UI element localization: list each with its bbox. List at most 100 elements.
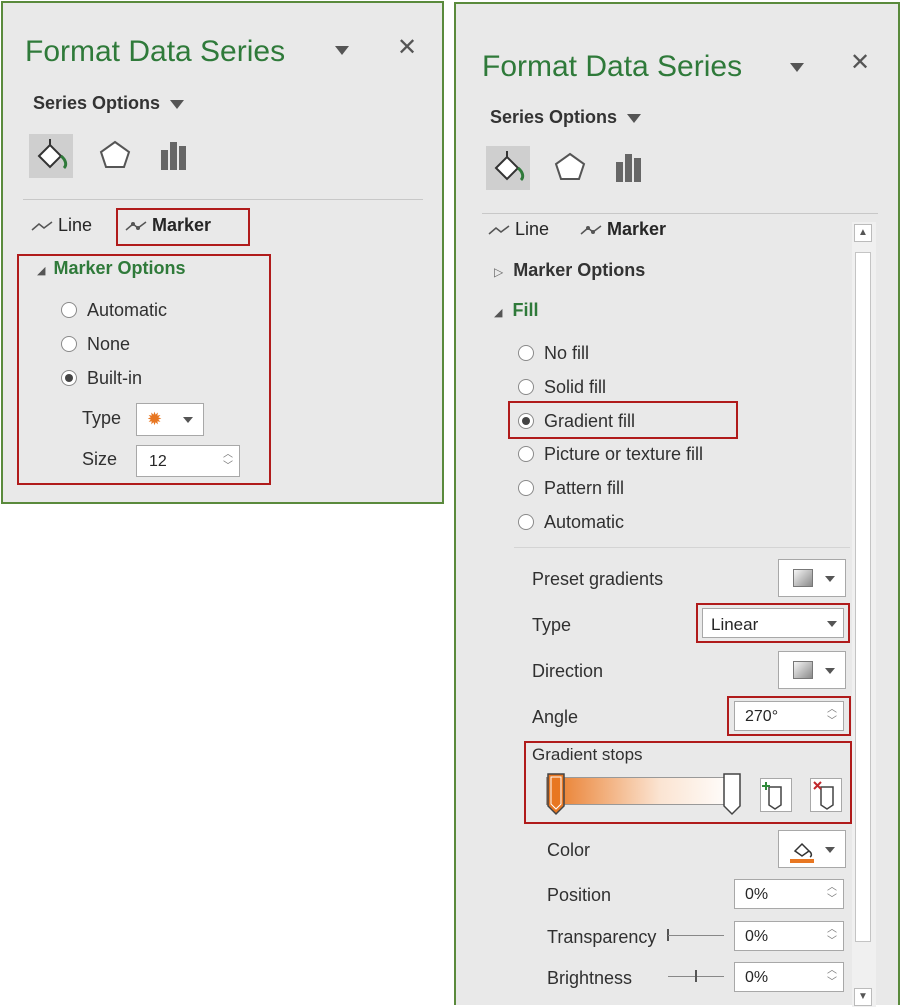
position-spinner[interactable]: 0% ︿ ﹀ (734, 879, 844, 909)
radio-solid-fill[interactable] (518, 379, 534, 395)
transparency-label: Transparency (547, 927, 657, 947)
sun-marker-icon: ✹ (147, 409, 163, 429)
radio-picture-texture-fill-label: Picture or texture fill (544, 444, 704, 464)
close-icon[interactable]: ✕ (850, 48, 870, 77)
fill-line-tab[interactable] (29, 134, 73, 178)
gradient-stop-1[interactable] (546, 772, 566, 816)
brightness-value: 0% (745, 969, 769, 986)
section-marker-options[interactable]: ◢ Marker Options (37, 258, 186, 279)
gradient-swatch-icon (793, 569, 813, 587)
spin-down-icon[interactable]: ﹀ (827, 895, 837, 905)
line-icon (31, 221, 53, 231)
highlight-gradient-fill (508, 401, 738, 439)
chevron-down-icon (825, 847, 835, 853)
remove-gradient-stop-button[interactable] (810, 778, 842, 812)
spin-down-icon[interactable]: ﹀ (223, 462, 233, 472)
paint-bucket-icon (494, 151, 525, 182)
subtab-marker[interactable]: Marker (580, 219, 666, 240)
preset-gradients-label: Preset gradients (532, 569, 664, 589)
type-label: Type (82, 408, 122, 428)
brightness-spinner[interactable]: 0% ︿ ﹀ (734, 962, 844, 992)
series-options-tab[interactable] (153, 134, 197, 178)
direction-dropdown[interactable] (778, 651, 846, 689)
tab-divider (23, 199, 423, 200)
spin-up-icon[interactable]: ︿ (223, 450, 233, 460)
color-picker-dropdown[interactable] (778, 830, 846, 868)
subtab-line[interactable]: Line (488, 219, 549, 240)
highlight-type (696, 603, 850, 643)
direction-label: Direction (532, 661, 604, 681)
spin-up-icon[interactable]: ︿ (827, 883, 837, 893)
close-icon[interactable]: ✕ (397, 33, 417, 62)
radio-picture-texture-fill[interactable] (518, 446, 534, 462)
spin-up-icon[interactable]: ︿ (827, 925, 837, 935)
radio-none-label: None (87, 334, 131, 354)
pane-options-dropdown[interactable] (335, 39, 349, 62)
series-options-label: Series Options (490, 107, 618, 127)
color-label: Color (547, 840, 591, 860)
section-marker-options[interactable]: ▷ Marker Options (494, 260, 645, 281)
radio-automatic-label: Automatic (87, 300, 168, 320)
effects-tab[interactable] (548, 146, 592, 190)
radio-automatic[interactable] (518, 514, 534, 530)
radio-automatic[interactable] (61, 302, 77, 318)
radio-built-in-label: Built-in (87, 368, 143, 388)
transparency-value: 0% (745, 928, 769, 945)
expand-triangle-icon: ▷ (494, 265, 504, 279)
pane-options-dropdown[interactable] (790, 56, 804, 79)
series-options-menu[interactable]: Series Options (33, 93, 185, 114)
fill-color-icon (790, 842, 814, 863)
bar-chart-icon (161, 142, 186, 170)
radio-no-fill-label: No fill (544, 343, 590, 363)
effects-tab[interactable] (93, 134, 137, 178)
spin-down-icon[interactable]: ﹀ (827, 937, 837, 947)
position-label: Position (547, 885, 612, 905)
radio-pattern-fill-label: Pattern fill (544, 478, 625, 498)
series-options-menu[interactable]: Series Options (490, 107, 642, 128)
pane-title: Format Data Series (482, 50, 743, 83)
scroll-up-icon[interactable]: ▲ (854, 224, 872, 242)
gradient-direction-icon (793, 661, 813, 679)
size-label: Size (82, 449, 118, 469)
transparency-spinner[interactable]: 0% ︿ ﹀ (734, 921, 844, 951)
subtab-line-label: Line (58, 215, 93, 235)
size-value: 12 (149, 453, 167, 470)
format-data-series-pane-right: Format Data Series ✕ Series Options Line… (454, 2, 900, 1007)
subtab-line[interactable]: Line (31, 215, 92, 236)
paint-bucket-icon (37, 139, 68, 170)
add-stop-icon (762, 782, 782, 810)
spin-up-icon[interactable]: ︿ (827, 966, 837, 976)
preset-gradients-dropdown[interactable] (778, 559, 846, 597)
collapse-triangle-icon: ◢ (494, 307, 503, 319)
chevron-down-icon (183, 417, 193, 423)
transparency-slider[interactable] (668, 935, 724, 936)
radio-built-in[interactable] (61, 370, 77, 386)
add-gradient-stop-button[interactable] (760, 778, 792, 812)
series-options-tab[interactable] (608, 146, 652, 190)
gradient-stop-2[interactable] (722, 772, 742, 816)
gradient-divider (514, 547, 850, 548)
marker-size-spinner[interactable]: 12 ︿ ﹀ (136, 445, 240, 477)
subtab-marker-label: Marker (607, 219, 667, 239)
scroll-down-icon[interactable]: ▼ (854, 988, 872, 1006)
type-label: Type (532, 615, 572, 635)
pane-title: Format Data Series (25, 35, 286, 68)
pentagon-icon (554, 152, 586, 180)
scrollbar-thumb[interactable] (855, 252, 871, 942)
radio-none[interactable] (61, 336, 77, 352)
section-fill[interactable]: ◢ Fill (494, 300, 538, 321)
fill-line-tab[interactable] (486, 146, 530, 190)
spin-down-icon[interactable]: ﹀ (827, 978, 837, 988)
radio-pattern-fill[interactable] (518, 480, 534, 496)
marker-type-dropdown[interactable]: ✹ (136, 403, 204, 436)
radio-no-fill[interactable] (518, 345, 534, 361)
brightness-slider-thumb[interactable] (695, 970, 697, 982)
format-data-series-pane-left: Format Data Series ✕ Series Options Line… (1, 1, 444, 504)
bar-chart-icon (616, 154, 641, 182)
vertical-scrollbar[interactable]: ▲ ▼ (852, 222, 876, 1007)
chevron-down-icon (170, 99, 185, 109)
remove-stop-icon (813, 781, 834, 810)
line-icon (488, 225, 510, 235)
chevron-down-icon (825, 576, 835, 582)
gradient-bar[interactable] (546, 777, 736, 805)
